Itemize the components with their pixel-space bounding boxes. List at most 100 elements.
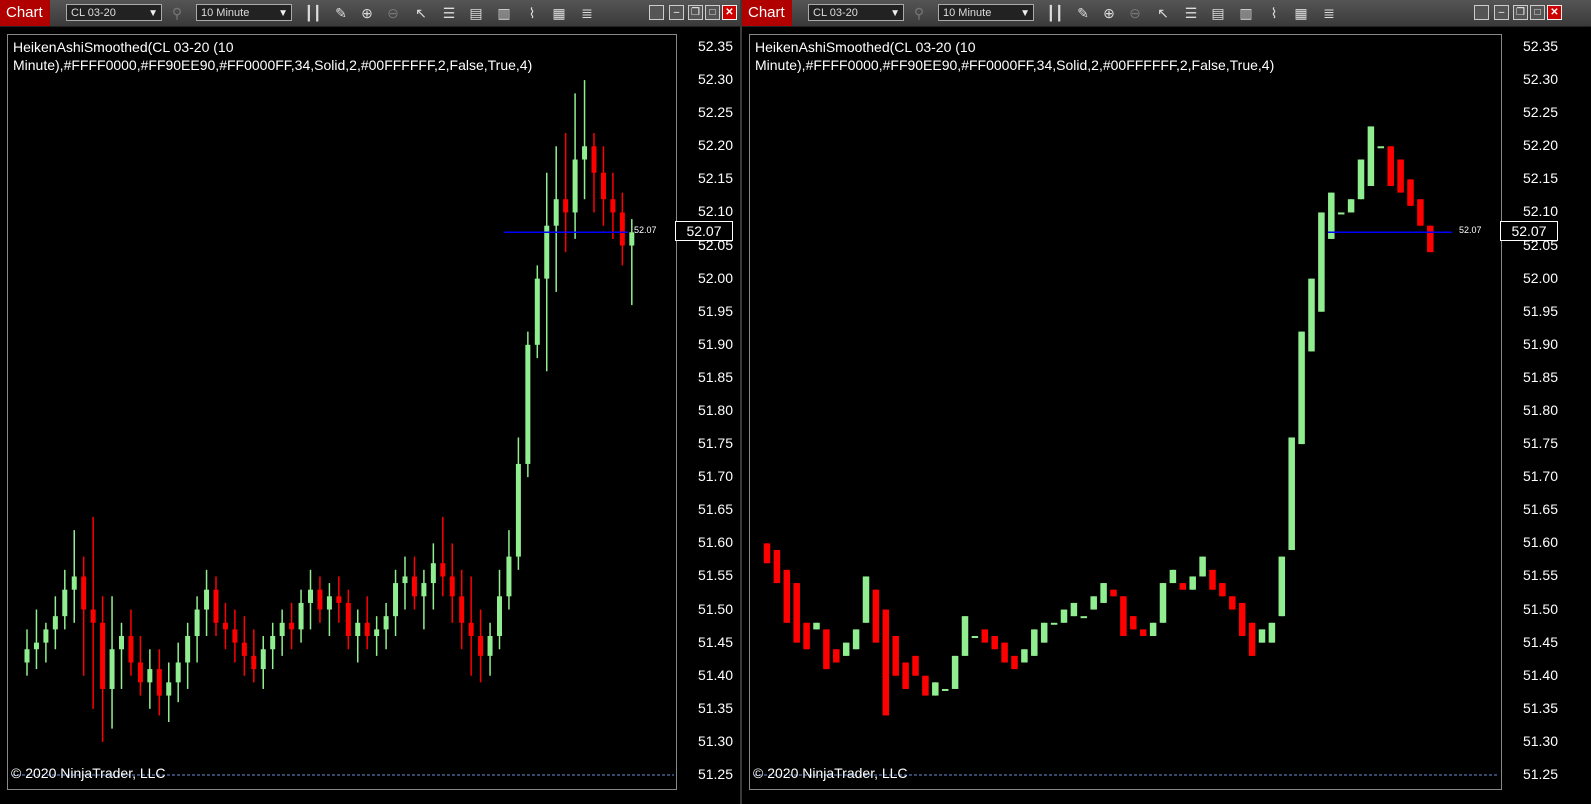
pencil-icon[interactable]: ✎ bbox=[1073, 3, 1093, 23]
close-button[interactable]: ✕ bbox=[1547, 5, 1562, 20]
y-tick-label: 51.40 bbox=[697, 666, 733, 683]
data-box-icon[interactable]: ▦ bbox=[549, 3, 569, 23]
indicators-icon[interactable]: ▥ bbox=[1236, 3, 1256, 23]
minimize-button[interactable]: – bbox=[669, 5, 684, 20]
candle-body bbox=[1070, 602, 1078, 617]
current-price-label: 52.07 bbox=[634, 225, 657, 236]
candle-body bbox=[902, 662, 909, 689]
y-tick-label: 51.80 bbox=[1522, 402, 1558, 418]
search-icon[interactable]: ⚲ bbox=[909, 3, 929, 23]
strategies-icon[interactable]: ⌇ bbox=[1264, 3, 1284, 23]
candle-body bbox=[1031, 629, 1038, 656]
properties-icon[interactable]: ☰ bbox=[1181, 3, 1201, 23]
zoom-out-icon[interactable]: ⊖ bbox=[383, 3, 403, 23]
minimize-panel-button[interactable] bbox=[649, 5, 664, 20]
candle bbox=[411, 556, 417, 610]
candle bbox=[33, 609, 39, 670]
chart-plot-area[interactable] bbox=[7, 34, 677, 790]
candle-body bbox=[773, 549, 781, 584]
interval-dropdown[interactable]: 10 Minute ▼ bbox=[938, 4, 1034, 21]
candle bbox=[1308, 278, 1315, 352]
interval-dropdown[interactable]: 10 Minute ▼ bbox=[196, 4, 292, 21]
candle-body bbox=[763, 543, 771, 564]
minimize-panel-button[interactable] bbox=[1474, 5, 1489, 20]
candle-body bbox=[213, 589, 219, 623]
zoom-in-icon[interactable]: ⊕ bbox=[357, 3, 377, 23]
chart-tab[interactable]: Chart bbox=[0, 0, 50, 26]
candle-body bbox=[971, 636, 979, 639]
candle-body bbox=[534, 278, 540, 345]
restore-button[interactable]: ❐ bbox=[688, 5, 703, 20]
candle bbox=[100, 596, 106, 742]
y-tick-label: 51.70 bbox=[1522, 468, 1558, 485]
maximize-button[interactable]: □ bbox=[1530, 5, 1545, 20]
search-icon[interactable]: ⚲ bbox=[167, 3, 187, 23]
indicators-icon[interactable]: ▥ bbox=[494, 3, 514, 23]
templates-icon[interactable]: ▤ bbox=[1208, 3, 1228, 23]
pencil-icon[interactable]: ✎ bbox=[331, 3, 351, 23]
candle bbox=[882, 609, 890, 716]
candle bbox=[1199, 556, 1206, 577]
candle-body bbox=[90, 609, 96, 623]
bar-type-icon[interactable]: ┃┃ bbox=[303, 3, 323, 23]
cursor-icon[interactable]: ↖ bbox=[1153, 3, 1173, 23]
candle-body bbox=[43, 629, 49, 643]
candle-body bbox=[71, 576, 77, 590]
candle-body bbox=[317, 589, 323, 610]
candle-body bbox=[892, 636, 899, 676]
candle bbox=[941, 688, 949, 691]
candle-body bbox=[270, 636, 276, 650]
candle bbox=[1377, 146, 1385, 149]
price-axis[interactable]: 52.35 52.30 52.25 52.20 52.15 52.10 52.05 52.00… bbox=[677, 34, 737, 790]
list-icon[interactable]: ≣ bbox=[577, 3, 597, 23]
data-box-icon[interactable]: ▦ bbox=[1291, 3, 1311, 23]
y-tick-label: 51.25 bbox=[697, 766, 733, 782]
instrument-dropdown[interactable]: CL 03-20 ▼ bbox=[808, 4, 904, 21]
interval-value: 10 Minute bbox=[943, 7, 992, 19]
candle-body bbox=[430, 563, 436, 584]
candle bbox=[803, 622, 810, 650]
candle-body bbox=[1308, 278, 1315, 352]
candle bbox=[137, 636, 143, 696]
zoom-out-icon[interactable]: ⊖ bbox=[1125, 3, 1145, 23]
chevron-down-icon: ▼ bbox=[890, 8, 900, 19]
restore-button[interactable]: ❐ bbox=[1513, 5, 1528, 20]
candle bbox=[62, 569, 68, 630]
candle-body bbox=[298, 602, 304, 630]
properties-icon[interactable]: ☰ bbox=[439, 3, 459, 23]
candle-body bbox=[1021, 649, 1028, 663]
chart-plot-area[interactable] bbox=[749, 34, 1502, 790]
candle bbox=[24, 629, 30, 676]
candle bbox=[1021, 649, 1028, 663]
close-button[interactable]: ✕ bbox=[722, 5, 737, 20]
templates-icon[interactable]: ▤ bbox=[466, 3, 486, 23]
candle-body bbox=[572, 159, 578, 213]
bar-type-icon[interactable]: ┃┃ bbox=[1045, 3, 1065, 23]
strategies-icon[interactable]: ⌇ bbox=[522, 3, 542, 23]
cursor-icon[interactable]: ↖ bbox=[411, 3, 431, 23]
candle bbox=[430, 543, 436, 610]
candle-body bbox=[563, 199, 569, 213]
y-tick-label: 51.30 bbox=[697, 732, 733, 749]
indicator-title: HeikenAshiSmoothed(CL 03-20 (10 Minute),… bbox=[755, 38, 1355, 74]
price-axis[interactable]: 52.35 52.30 52.25 52.20 52.15 52.10 52.05 52.00… bbox=[1502, 34, 1562, 790]
y-tick-label: 51.65 bbox=[1522, 501, 1558, 518]
y-tick-label: 51.70 bbox=[697, 468, 733, 485]
maximize-button[interactable]: □ bbox=[705, 5, 720, 20]
candle-body bbox=[553, 199, 559, 226]
candle-body bbox=[1377, 146, 1385, 149]
instrument-dropdown[interactable]: CL 03-20 ▼ bbox=[66, 4, 162, 21]
minimize-button[interactable]: – bbox=[1494, 5, 1509, 20]
candle bbox=[842, 642, 850, 656]
candle bbox=[449, 543, 455, 623]
list-icon[interactable]: ≣ bbox=[1319, 3, 1339, 23]
candle-body bbox=[803, 622, 810, 650]
candle-body bbox=[260, 649, 266, 670]
candle bbox=[43, 622, 49, 663]
candle bbox=[147, 649, 153, 709]
candle bbox=[1248, 622, 1256, 656]
zoom-in-icon[interactable]: ⊕ bbox=[1099, 3, 1119, 23]
y-tick-label: 51.75 bbox=[697, 435, 733, 452]
chart-tab[interactable]: Chart bbox=[742, 0, 792, 26]
candle-body bbox=[1238, 602, 1246, 637]
